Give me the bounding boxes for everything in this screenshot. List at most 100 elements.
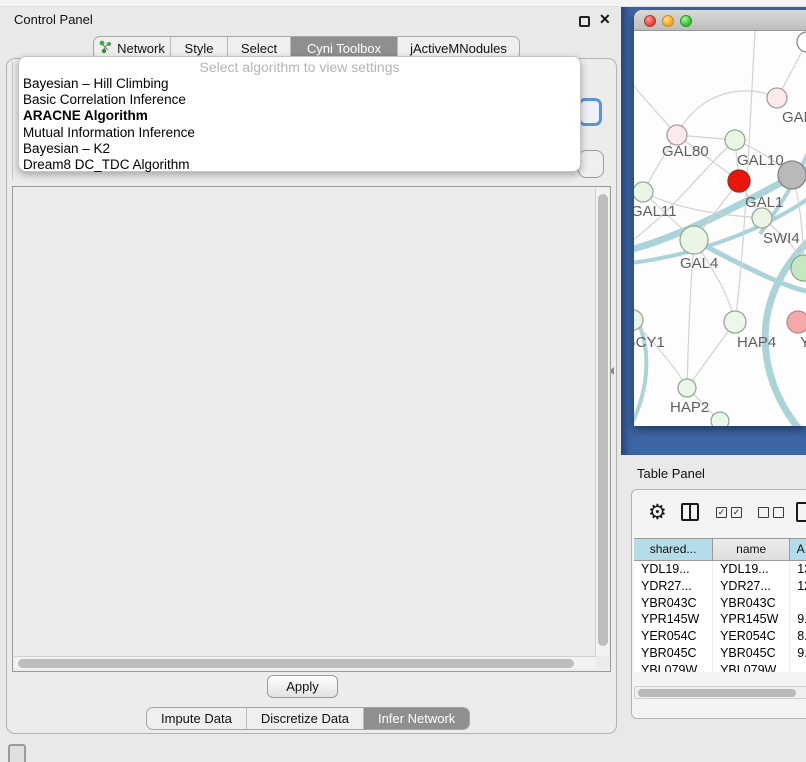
network-node-gal80[interactable]	[667, 125, 687, 145]
table-cell: YDR27...	[713, 578, 790, 595]
minimize-traffic-light-icon[interactable]	[662, 15, 674, 27]
file-icon[interactable]	[796, 502, 806, 522]
algorithm-option[interactable]: Bayesian – Hill Climbing	[19, 76, 580, 92]
control-panel-title: Control Panel	[14, 12, 93, 27]
table-cell: YBL079W	[634, 662, 713, 672]
table-cell: 12	[790, 578, 806, 595]
table-row[interactable]: YBL079WYBL079W	[634, 662, 806, 672]
table-cell: YDL19...	[634, 561, 713, 578]
control-panel-titlebar: Control Panel ✕	[0, 7, 621, 33]
table-cell: YDL19...	[713, 561, 790, 578]
table-panel-title: Table Panel	[637, 466, 705, 481]
table-cell: YBR045C	[713, 645, 790, 662]
table-row[interactable]: YDR27...YDR27...12	[634, 578, 806, 595]
algorithm-option[interactable]: Mutual Information Inference	[19, 125, 580, 141]
table-panel: Table Panel ⚙ ✓ ✓ shared...nameAYDL19...…	[621, 455, 806, 762]
table-cell: 9.	[790, 645, 806, 662]
network-node-gal1[interactable]	[728, 170, 750, 192]
node-label: SWI4	[763, 230, 800, 247]
network-node-swi4[interactable]	[752, 208, 772, 228]
network-edge[interactable]	[677, 91, 777, 135]
table-cell: YER054C	[713, 628, 790, 645]
obscured-panel-edge	[12, 62, 13, 180]
network-node-gal10[interactable]	[725, 130, 745, 150]
network-window-titlebar[interactable]	[634, 10, 806, 31]
zoom-traffic-light-icon[interactable]	[680, 15, 692, 27]
obscured-button-fragment	[578, 150, 604, 178]
checked-checkbox-icon[interactable]: ✓	[731, 507, 742, 518]
table-row[interactable]: YDL19...YDL19...13	[634, 561, 806, 578]
node-label: GAL80	[662, 143, 709, 160]
table-cell: YBR043C	[713, 595, 790, 612]
algorithm-dropdown-list: Select algorithm to view settings Bayesi…	[18, 56, 581, 172]
table-cell	[790, 595, 806, 612]
table-hscrollbar[interactable]	[634, 686, 806, 699]
table-cell: 13	[790, 561, 806, 578]
network-node[interactable]	[711, 412, 729, 426]
obscured-combo-fragment	[578, 98, 602, 126]
apply-button[interactable]: Apply	[267, 675, 338, 698]
node-label: GAL11	[634, 203, 677, 220]
close-icon[interactable]: ✕	[599, 11, 611, 28]
close-traffic-light-icon[interactable]	[644, 15, 656, 27]
bottom-tab-discretize-data[interactable]: Discretize Data	[247, 708, 364, 729]
network-node-hap4[interactable]	[724, 311, 746, 333]
tab-label: Network	[117, 41, 165, 56]
node-label: HAP4	[737, 334, 776, 351]
network-edge[interactable]	[687, 322, 735, 388]
table-panel-body: ⚙ ✓ ✓ shared...nameAYDL19...YDL19...13YD…	[631, 489, 806, 719]
table-row[interactable]: YPR145WYPR145W9.	[634, 611, 806, 628]
table-row[interactable]: YER054CYER054C8.	[634, 628, 806, 645]
gear-icon[interactable]: ⚙	[648, 500, 667, 525]
settings-vscrollbar[interactable]	[595, 188, 609, 656]
algorithm-option[interactable]: Bayesian – K2	[19, 141, 580, 157]
checked-checkbox-icon[interactable]: ✓	[716, 507, 727, 518]
minimized-panel-icon[interactable]	[8, 744, 26, 762]
bottom-tab-infer-network[interactable]: Infer Network	[364, 708, 469, 729]
network-node-gal4[interactable]	[680, 226, 708, 254]
table-cell: YBL079W	[713, 662, 790, 672]
algorithm-option[interactable]: ARACNE Algorithm	[19, 108, 580, 124]
tab-label: jActiveMNodules	[410, 41, 507, 56]
network-edge[interactable]	[634, 70, 677, 135]
settings-hscrollbar[interactable]	[14, 656, 596, 669]
node-label: GAL10	[737, 152, 784, 169]
bottom-tab-impute-data[interactable]: Impute Data	[147, 708, 247, 729]
node-label: GAL4	[680, 255, 718, 272]
top-strip	[0, 0, 806, 7]
table-cell: 9.	[790, 611, 806, 628]
network-canvas[interactable]: GALGAL80GAL10GAL1GAL11SWI4GAL4GCY1HAP4YH…	[634, 31, 806, 426]
network-node[interactable]	[797, 32, 806, 52]
bottom-tabs: Impute DataDiscretize DataInfer Network	[146, 707, 470, 730]
table-cell	[790, 662, 806, 672]
table-cell: YDR27...	[634, 578, 713, 595]
table-cell: YBR043C	[634, 595, 713, 612]
network-edge[interactable]	[634, 320, 687, 388]
tab-label: Style	[185, 41, 214, 56]
network-node-gal[interactable]	[767, 88, 787, 108]
column-view-icon[interactable]	[681, 503, 699, 521]
algorithm-option[interactable]: Dream8 DC_TDC Algorithm	[19, 157, 580, 173]
column-header[interactable]: A	[790, 539, 806, 561]
table-row[interactable]: YBR045CYBR045C9.	[634, 645, 806, 662]
node-table[interactable]: shared...nameAYDL19...YDL19...13YDR27...…	[634, 538, 806, 672]
column-header[interactable]: name	[713, 539, 790, 561]
node-label: HAP2	[670, 399, 709, 416]
unchecked-checkbox-icon[interactable]	[773, 507, 784, 518]
unchecked-checkbox-icon[interactable]	[758, 507, 769, 518]
network-node-y[interactable]	[787, 311, 806, 333]
cyni-settings-pane	[12, 186, 611, 672]
table-cell: YPR145W	[713, 611, 790, 628]
table-row[interactable]: YBR043CYBR043C	[634, 595, 806, 612]
network-node-gal11[interactable]	[634, 182, 653, 202]
table-toolbar: ⚙ ✓ ✓	[632, 490, 806, 538]
table-cell: 8.	[790, 628, 806, 645]
column-header[interactable]: shared...	[634, 539, 713, 561]
table-cell: YPR145W	[634, 611, 713, 628]
node-label: GAL	[782, 109, 806, 126]
float-window-icon[interactable]	[579, 16, 590, 27]
network-node-hap2[interactable]	[678, 379, 696, 397]
table-cell: YBR045C	[634, 645, 713, 662]
network-icon	[99, 40, 112, 57]
algorithm-option[interactable]: Basic Correlation Inference	[19, 92, 580, 108]
